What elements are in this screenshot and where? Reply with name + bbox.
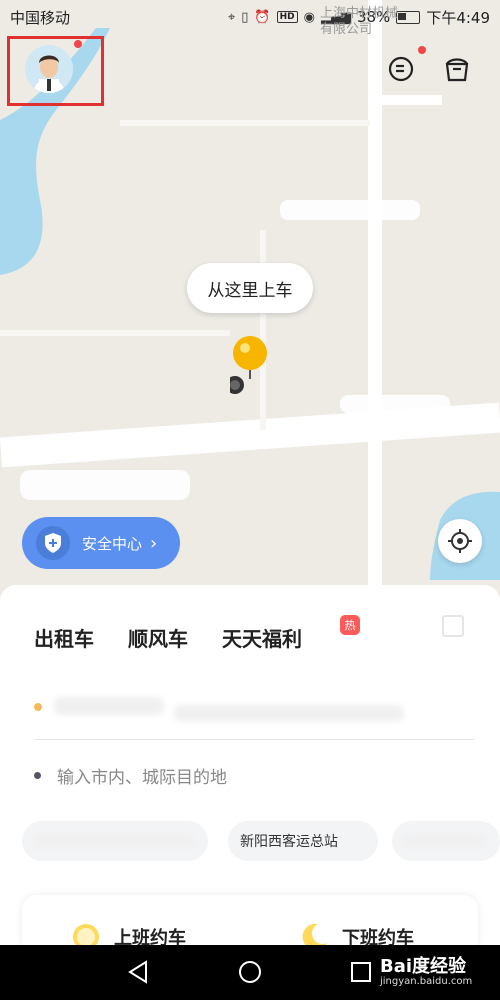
battery-icon xyxy=(396,10,421,24)
clock-time: 下午4:49 xyxy=(426,8,490,27)
booking-panel: 出租车 顺风车 天天福利 热 输入市内、城际目的地 新阳西客运总站 上班约车 下… xyxy=(0,585,500,955)
status-bar: 中国移动 ⌖ ▯ ⏰ HD ◉ ▂▄▆ 38% 下午4:49 xyxy=(0,0,500,34)
recent-chip-redacted-2[interactable] xyxy=(392,821,500,861)
redacted-chip-text xyxy=(34,834,194,848)
redacted-chip-text-2 xyxy=(404,834,484,848)
locate-button[interactable] xyxy=(438,519,482,563)
wallet-box-icon[interactable] xyxy=(442,54,472,84)
recent-chip-redacted[interactable] xyxy=(22,821,208,861)
tab-carpool[interactable]: 顺风车 xyxy=(122,623,194,652)
safety-center-label: 安全中心 xyxy=(82,534,143,553)
message-notification-dot xyxy=(418,46,426,54)
back-icon[interactable] xyxy=(126,959,152,985)
hot-badge: 热 xyxy=(340,615,360,635)
location-icon: ⌖ xyxy=(227,9,236,25)
message-icon[interactable] xyxy=(386,54,416,84)
faded-icon xyxy=(442,615,464,637)
origin-field[interactable] xyxy=(34,695,474,740)
alarm-icon: ⏰ xyxy=(254,9,271,25)
pickup-pin-icon[interactable] xyxy=(216,335,270,403)
baidu-watermark: Bai度经验 jingyan.baidu.com xyxy=(380,952,472,987)
watermark-brand: Bai度经验 xyxy=(380,956,467,977)
hd-badge: HD xyxy=(276,11,298,23)
destination-field[interactable]: 输入市内、城际目的地 xyxy=(34,763,227,788)
carrier-label: 中国移动 xyxy=(10,8,71,27)
destination-dot-icon xyxy=(34,772,41,779)
tab-taxi[interactable]: 出租车 xyxy=(34,623,94,652)
eye-icon: ◉ xyxy=(303,9,315,25)
avatar[interactable] xyxy=(25,45,73,93)
map-company-label: 上海中材机械 有限公司 xyxy=(320,6,398,38)
origin-dot-icon xyxy=(34,703,42,711)
service-tabs: 出租车 顺风车 天天福利 xyxy=(34,623,302,652)
shield-icon xyxy=(36,526,70,560)
chevron-right-icon: › xyxy=(150,532,158,554)
destination-placeholder: 输入市内、城际目的地 xyxy=(57,768,227,788)
company-label-line-1: 上海中材机械 xyxy=(320,6,399,21)
tab-daily-benefits[interactable]: 天天福利 xyxy=(222,623,302,652)
watermark-url: jingyan.baidu.com xyxy=(380,976,473,987)
notification-dot xyxy=(74,40,82,48)
recent-chip-label: 新阳西客运总站 xyxy=(240,834,338,850)
home-icon[interactable] xyxy=(237,959,263,985)
vibrate-icon: ▯ xyxy=(241,9,249,25)
recent-destinations: 新阳西客运总站 xyxy=(22,821,500,861)
company-label-line-2: 有限公司 xyxy=(320,22,373,37)
safety-center-button[interactable]: 安全中心 › xyxy=(22,517,180,569)
crosshair-icon xyxy=(448,529,472,553)
recent-chip[interactable]: 新阳西客运总站 xyxy=(228,821,378,861)
redacted-origin-2 xyxy=(174,705,404,721)
redacted-origin xyxy=(54,697,164,715)
recent-apps-icon[interactable] xyxy=(348,959,374,985)
user-avatar-icon xyxy=(25,45,73,93)
pickup-bubble[interactable]: 从这里上车 xyxy=(187,263,313,313)
